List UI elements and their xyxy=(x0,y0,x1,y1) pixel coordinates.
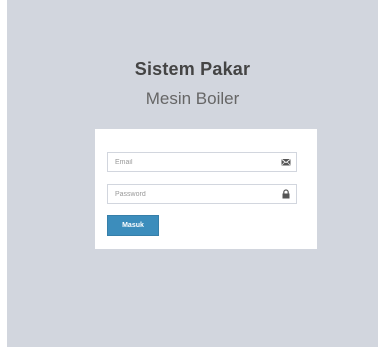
email-input[interactable] xyxy=(108,153,278,171)
lock-icon xyxy=(282,189,290,199)
app-title: Sistem Pakar xyxy=(134,59,251,79)
login-button[interactable]: Masuk xyxy=(107,215,159,236)
login-box: Masuk xyxy=(95,129,317,249)
email-field-group xyxy=(107,152,297,172)
login-page: Sistem Pakar Mesin Boiler Masuk xyxy=(7,0,378,347)
password-input[interactable] xyxy=(108,185,278,203)
app-subtitle: Mesin Boiler xyxy=(145,89,240,108)
password-field-group xyxy=(107,184,297,204)
envelope-icon xyxy=(281,159,291,166)
